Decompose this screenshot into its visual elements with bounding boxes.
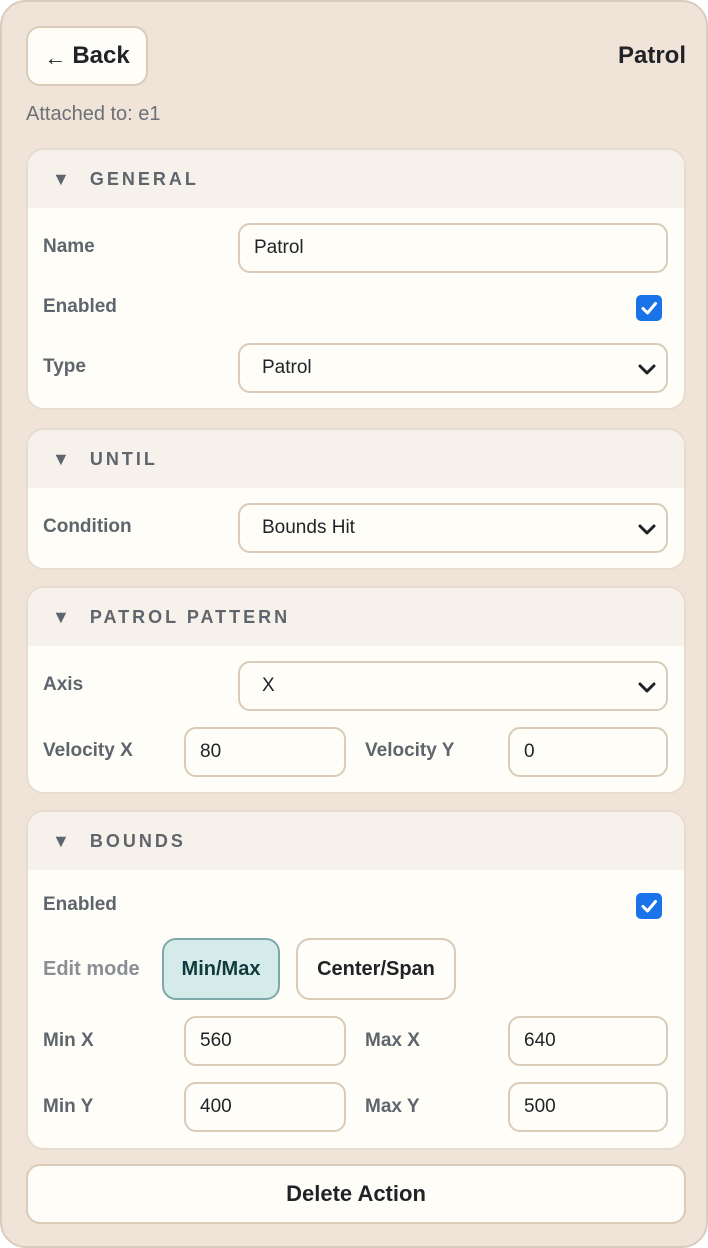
min-x-label: Min X bbox=[43, 1030, 94, 1051]
collapse-triangle-icon: ▼ bbox=[52, 168, 70, 189]
velocity-x-input[interactable] bbox=[184, 727, 346, 777]
back-button[interactable]: ← Back bbox=[26, 26, 148, 86]
min-y-label: Min Y bbox=[43, 1096, 94, 1117]
bounds-enabled-checkbox[interactable] bbox=[636, 893, 662, 919]
patrol-pattern-heading: PATROL PATTERN bbox=[89, 606, 291, 627]
collapse-triangle-icon: ▼ bbox=[52, 830, 70, 851]
delete-action-button[interactable]: Delete Action bbox=[26, 1164, 686, 1224]
collapse-triangle-icon: ▼ bbox=[52, 448, 70, 469]
until-heading: UNTIL bbox=[89, 448, 158, 469]
until-section-header[interactable]: ▼ UNTIL bbox=[28, 430, 684, 488]
condition-label: Condition bbox=[43, 516, 132, 537]
edit-mode-label: Edit mode bbox=[43, 958, 140, 980]
back-arrow-icon: ← bbox=[44, 45, 67, 70]
bounds-section: ▼ BOUNDS Enabled Edit mode Min/Max Cente… bbox=[26, 810, 686, 1150]
condition-select-value: Bounds Hit bbox=[262, 517, 355, 538]
chevron-down-icon bbox=[638, 364, 656, 375]
name-label: Name bbox=[43, 236, 95, 257]
type-label: Type bbox=[43, 356, 86, 377]
patrol-pattern-section: ▼ PATROL PATTERN Axis X Velocity X Veloc… bbox=[26, 586, 686, 794]
attached-to-text: Attached to: e1 bbox=[26, 103, 161, 125]
enabled-checkbox[interactable] bbox=[636, 295, 662, 321]
general-section: ▼ GENERAL Name Enabled Type Patrol bbox=[26, 148, 686, 410]
type-select-value: Patrol bbox=[262, 357, 312, 378]
chevron-down-icon bbox=[638, 682, 656, 693]
name-input[interactable] bbox=[238, 223, 668, 273]
mode-minmax-button[interactable]: Min/Max bbox=[162, 938, 280, 1000]
panel-frame: ← Back Patrol Attached to: e1 ▼ GENERAL … bbox=[0, 0, 708, 1248]
bounds-enabled-label: Enabled bbox=[43, 894, 117, 915]
header: ← Back Patrol bbox=[26, 26, 686, 86]
page-title: Patrol bbox=[617, 42, 686, 69]
velocity-y-input[interactable] bbox=[508, 727, 668, 777]
min-y-input[interactable] bbox=[184, 1082, 346, 1132]
mode-centerspan-button[interactable]: Center/Span bbox=[296, 938, 456, 1000]
max-y-input[interactable] bbox=[508, 1082, 668, 1132]
back-label: Back bbox=[72, 42, 130, 69]
max-y-label: Max Y bbox=[365, 1096, 420, 1117]
check-icon bbox=[641, 900, 657, 913]
chevron-down-icon bbox=[638, 524, 656, 535]
axis-select-value: X bbox=[262, 675, 275, 696]
axis-label: Axis bbox=[43, 674, 84, 695]
check-icon bbox=[641, 302, 657, 315]
bounds-section-header[interactable]: ▼ BOUNDS bbox=[28, 812, 684, 870]
axis-select[interactable]: X bbox=[238, 661, 668, 711]
general-section-header[interactable]: ▼ GENERAL bbox=[28, 150, 684, 208]
max-x-label: Max X bbox=[365, 1030, 420, 1051]
until-section: ▼ UNTIL Condition Bounds Hit bbox=[26, 428, 686, 570]
condition-select[interactable]: Bounds Hit bbox=[238, 503, 668, 553]
velocity-y-label: Velocity Y bbox=[365, 740, 455, 761]
min-x-input[interactable] bbox=[184, 1016, 346, 1066]
velocity-x-label: Velocity X bbox=[43, 740, 133, 761]
type-select[interactable]: Patrol bbox=[238, 343, 668, 393]
general-heading: GENERAL bbox=[89, 168, 199, 189]
bounds-heading: BOUNDS bbox=[89, 830, 186, 851]
enabled-label: Enabled bbox=[43, 296, 117, 317]
max-x-input[interactable] bbox=[508, 1016, 668, 1066]
collapse-triangle-icon: ▼ bbox=[52, 606, 70, 627]
patrol-pattern-section-header[interactable]: ▼ PATROL PATTERN bbox=[28, 588, 684, 646]
